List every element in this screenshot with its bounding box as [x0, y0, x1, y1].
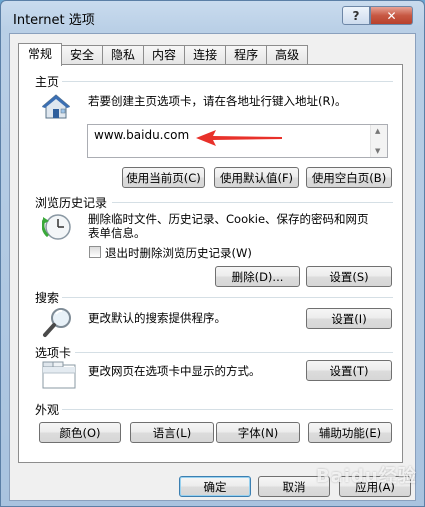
help-button[interactable]: ?	[342, 6, 370, 25]
scroll-down-icon[interactable]: ▼	[375, 147, 380, 155]
delete-history-button[interactable]: 删除(D)...	[215, 266, 300, 287]
title-bar[interactable]: Internet 选项 ? ✕	[1, 1, 424, 33]
tabs-description: 更改网页在选项卡中显示的方式。	[88, 364, 261, 378]
colors-button[interactable]: 颜色(O)	[39, 422, 121, 443]
search-divider	[62, 297, 393, 298]
tab-security[interactable]: 安全	[61, 45, 104, 65]
delete-on-exit-label[interactable]: 退出时删除浏览历史记录(W)	[105, 246, 252, 260]
home-url-value: www.baidu.com	[94, 128, 190, 142]
delete-on-exit-checkbox[interactable]	[89, 246, 101, 258]
home-section-title: 主页	[35, 75, 60, 89]
tab-general[interactable]: 常规	[18, 43, 63, 66]
use-current-button[interactable]: 使用当前页(C)	[122, 167, 205, 188]
tabs-section-title: 选项卡	[35, 346, 72, 360]
cancel-button[interactable]: 取消	[258, 476, 330, 497]
use-default-button[interactable]: 使用默认值(F)	[214, 167, 299, 188]
close-button[interactable]: ✕	[370, 6, 413, 25]
scroll-up-icon[interactable]: ▲	[375, 127, 380, 135]
appearance-divider	[62, 409, 393, 410]
search-settings-button[interactable]: 设置(I)	[306, 308, 392, 329]
history-description-line1: 删除临时文件、历史记录、Cookie、保存的密码和网页	[88, 212, 369, 226]
tab-content[interactable]: 内容	[143, 45, 186, 65]
history-settings-button[interactable]: 设置(S)	[306, 266, 392, 287]
history-description-line2: 表单信息。	[88, 226, 146, 240]
use-blank-button[interactable]: 使用空白页(B)	[306, 167, 392, 188]
apply-button[interactable]: 应用(A)	[339, 476, 411, 497]
house-icon	[42, 94, 70, 119]
history-section-title: 浏览历史记录	[35, 196, 108, 210]
window-title: Internet 选项	[13, 13, 95, 28]
tabs-settings-button[interactable]: 设置(T)	[306, 360, 392, 381]
tab-advanced[interactable]: 高级	[266, 45, 309, 65]
home-divider	[62, 81, 393, 82]
fonts-button[interactable]: 字体(N)	[216, 422, 300, 443]
tabs-window-icon	[42, 361, 76, 389]
search-section-title: 搜索	[35, 291, 60, 305]
ok-button[interactable]: 确定	[179, 476, 251, 497]
search-description: 更改默认的搜索提供程序。	[88, 311, 226, 325]
home-description: 若要创建主页选项卡，请在各地址行键入地址(R)。	[88, 94, 347, 108]
languages-button[interactable]: 语言(L)	[130, 422, 214, 443]
tab-privacy[interactable]: 隐私	[102, 45, 145, 65]
history-divider	[112, 202, 393, 203]
tab-connections[interactable]: 连接	[184, 45, 227, 65]
search-magnifier-icon	[43, 308, 71, 337]
tab-programs[interactable]: 程序	[225, 45, 268, 65]
red-arrow-annotation	[196, 130, 282, 146]
tab-strip: 常规 安全 隐私 内容 连接 程序 高级	[18, 43, 309, 66]
history-clock-icon	[42, 214, 71, 240]
tabs-divider	[75, 352, 393, 353]
appearance-section-title: 外观	[35, 403, 60, 417]
accessibility-button[interactable]: 辅助功能(E)	[308, 422, 392, 443]
url-scrollbar[interactable]: ▲ ▼	[370, 125, 387, 157]
